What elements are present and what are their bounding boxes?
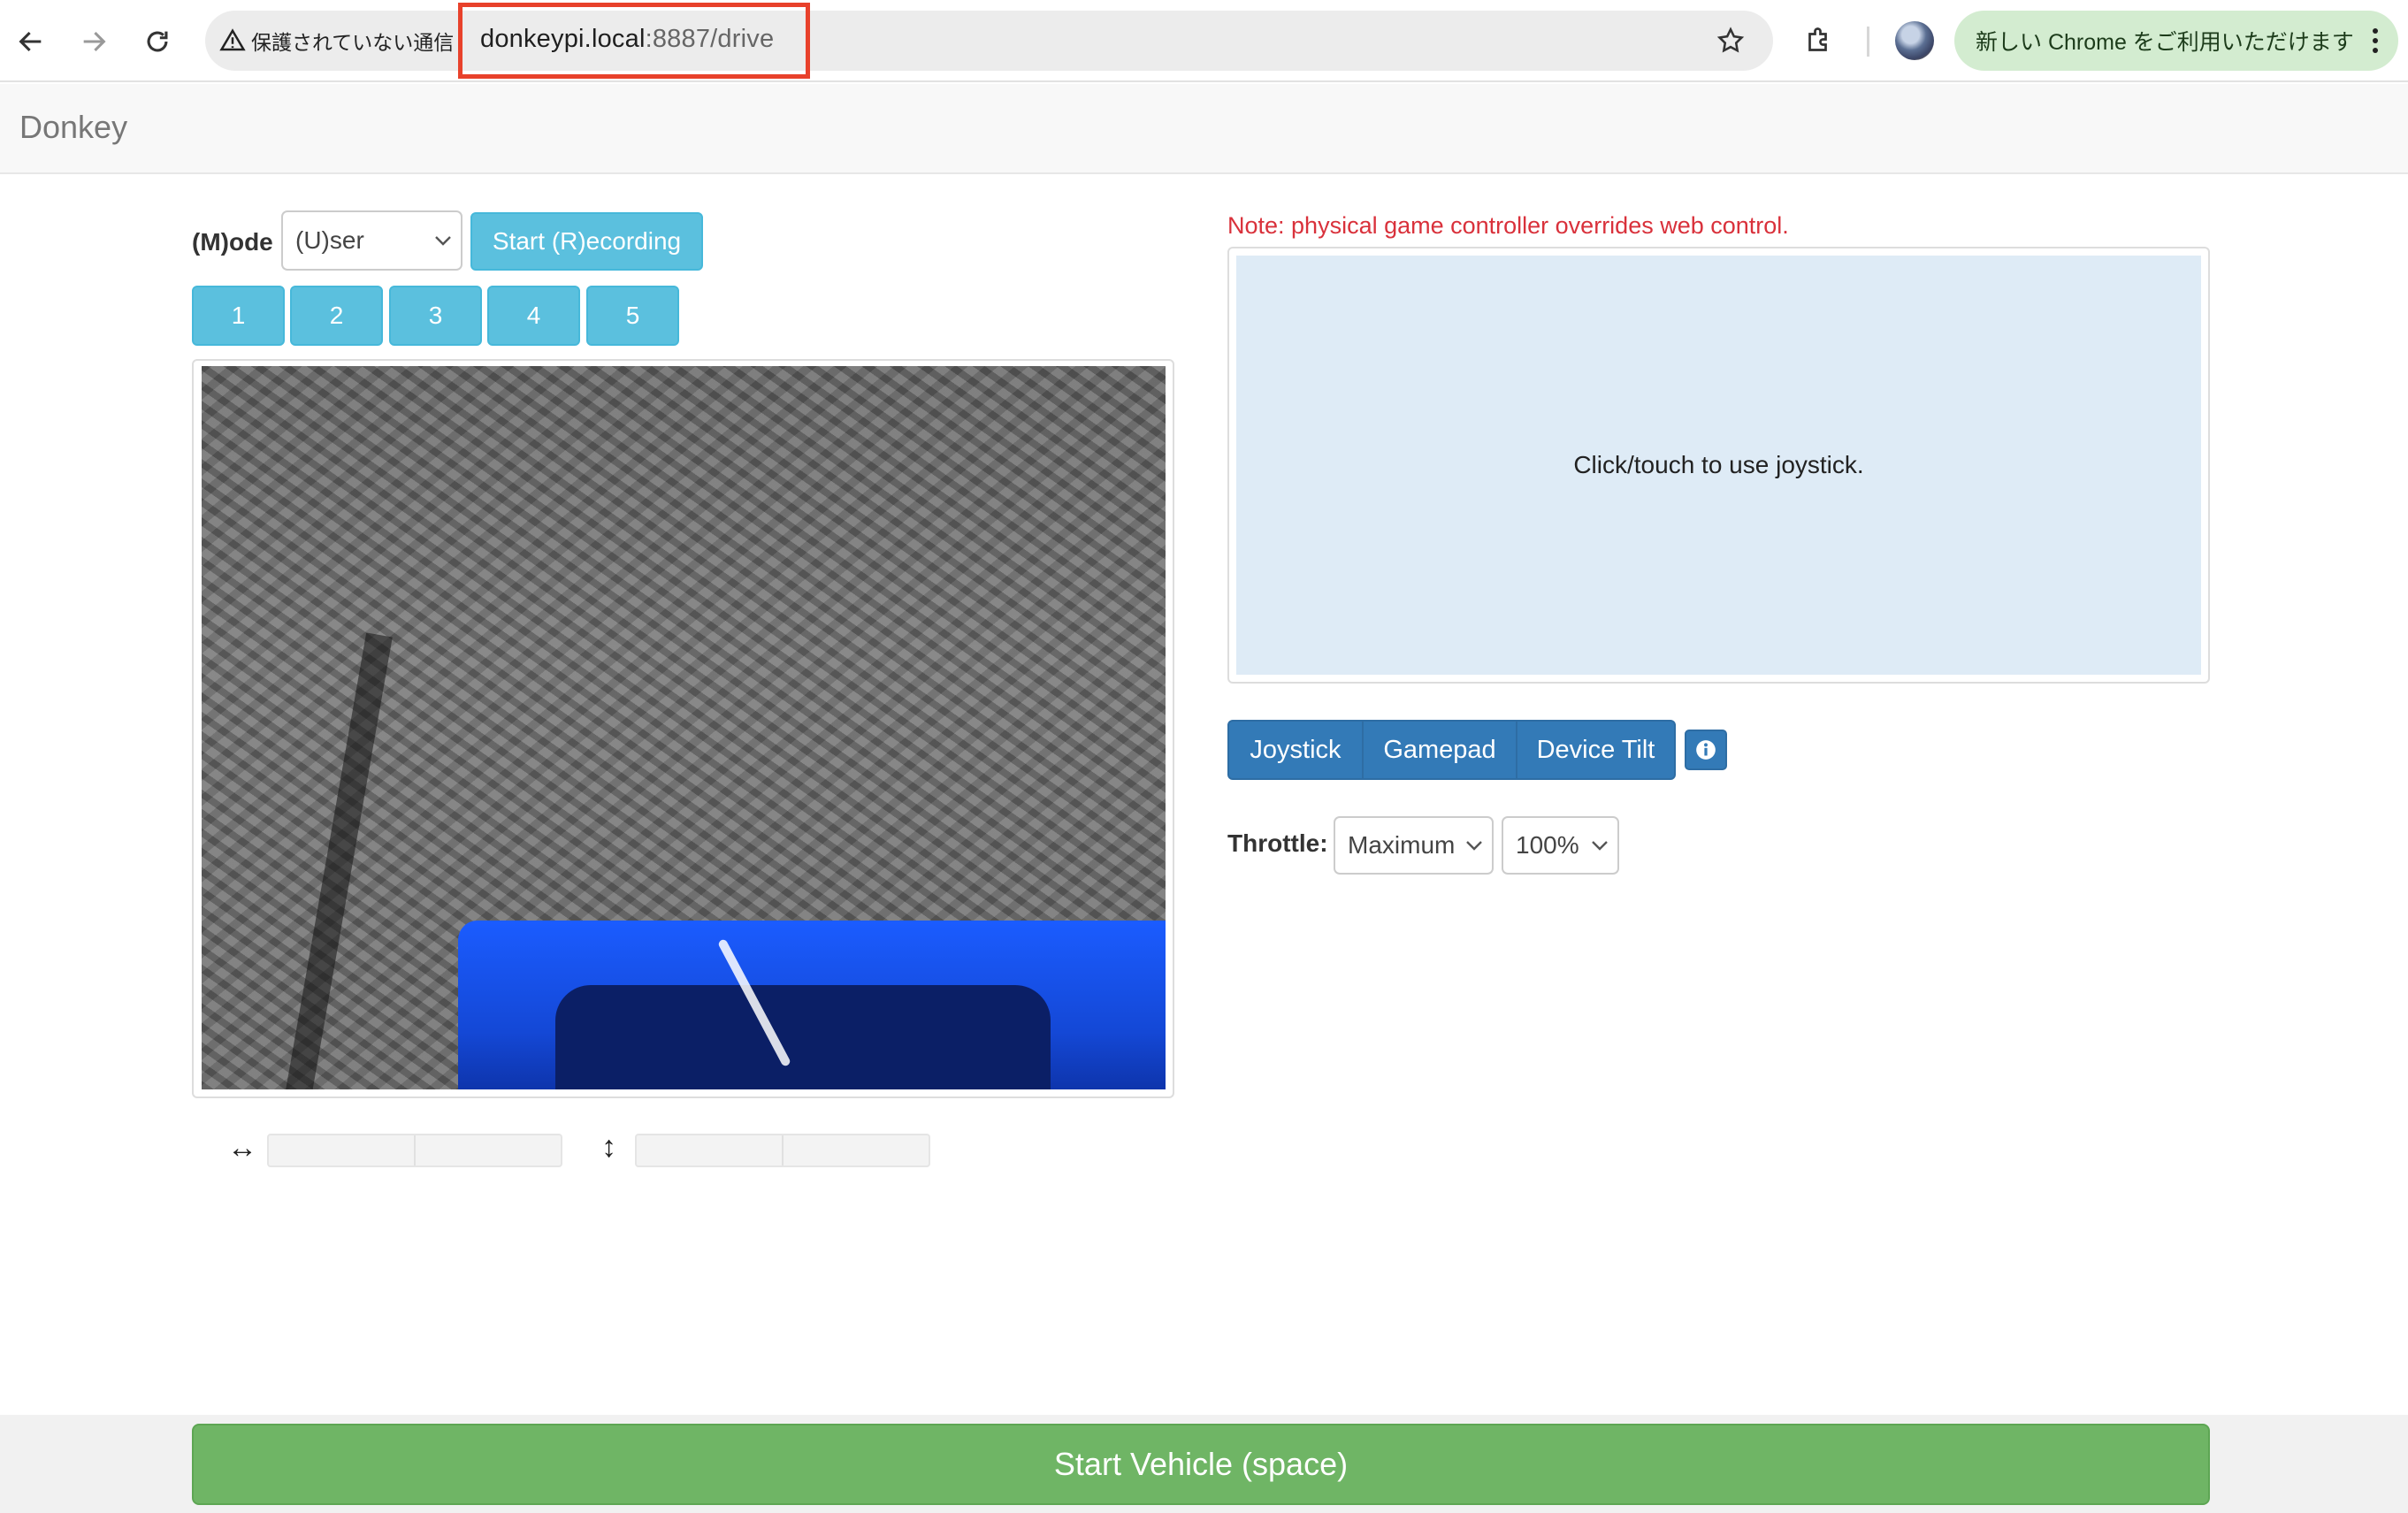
control-mode-group: Joystick Gamepad Device Tilt — [1227, 720, 1676, 780]
joystick-hint: Click/touch to use joystick. — [1573, 451, 1864, 478]
camera-feed — [202, 366, 1166, 1089]
bookmark-button[interactable] — [1709, 19, 1752, 62]
vertical-arrows-icon: ↕ — [601, 1130, 616, 1164]
preset-button-2[interactable]: 2 — [290, 286, 383, 346]
url-text[interactable]: donkeypi.local:8887/drive — [480, 25, 774, 54]
puzzle-piece-icon — [1808, 27, 1827, 51]
throttle-mode-value: Maximum — [1348, 831, 1456, 859]
start-recording-button[interactable]: Start (R)ecording — [470, 212, 703, 271]
chevron-down-icon — [1592, 841, 1608, 851]
controller-note: Note: physical game controller overrides… — [1227, 212, 1789, 239]
update-label: 新しい Chrome をご利用いただけます — [1976, 30, 2354, 55]
browser-toolbar: 保護されていない通信 donkeypi.local:8887/drive 新しい… — [0, 0, 2408, 82]
mode-select[interactable]: (U)ser — [281, 210, 462, 271]
tab-device-tilt[interactable]: Device Tilt — [1516, 720, 1676, 780]
more-vert-icon — [2373, 28, 2378, 53]
throttle-readout — [635, 1134, 930, 1167]
reload-button[interactable] — [135, 19, 180, 64]
forward-button[interactable] — [72, 19, 116, 64]
info-button[interactable] — [1685, 730, 1727, 770]
arrow-right-icon — [83, 31, 106, 52]
star-icon — [1716, 27, 1745, 53]
chrome-update-button[interactable]: 新しい Chrome をご利用いただけます — [1954, 11, 2398, 71]
angle-readout-right — [416, 1135, 561, 1165]
preset-button-5[interactable]: 5 — [586, 286, 679, 346]
info-icon — [1696, 740, 1716, 760]
reload-icon — [147, 31, 168, 52]
preset-button-3[interactable]: 3 — [389, 286, 482, 346]
car-hood-slot — [555, 985, 1051, 1089]
throttle-readout-right — [784, 1135, 929, 1165]
floor-shadow — [285, 632, 393, 1089]
brand-link[interactable]: Donkey — [19, 109, 127, 146]
url-path: :8887/drive — [645, 25, 775, 53]
preset-button-1[interactable]: 1 — [192, 286, 285, 346]
chevron-down-icon — [435, 236, 451, 246]
angle-readout-left — [269, 1135, 416, 1165]
horizontal-arrows-icon: ↔ — [227, 1131, 257, 1165]
throttle-label: Throttle: — [1227, 829, 1328, 857]
joystick-pad[interactable]: Click/touch to use joystick. — [1236, 256, 2201, 675]
tab-joystick[interactable]: Joystick — [1227, 720, 1364, 780]
back-button[interactable] — [9, 19, 53, 64]
throttle-percent-value: 100% — [1516, 831, 1579, 859]
toolbar-divider — [1867, 27, 1869, 57]
throttle-mode-select[interactable]: Maximum — [1334, 816, 1494, 875]
security-label: 保護されていない通信 — [251, 31, 455, 54]
tab-gamepad[interactable]: Gamepad — [1362, 720, 1517, 780]
start-vehicle-button[interactable]: Start Vehicle (space) — [192, 1424, 2210, 1505]
throttle-percent-select[interactable]: 100% — [1502, 816, 1619, 875]
mode-label: (M)ode — [192, 228, 273, 256]
mode-select-value: (U)ser — [295, 226, 364, 254]
app-navbar: Donkey — [0, 84, 2408, 174]
angle-readout — [267, 1134, 562, 1167]
chevron-down-icon — [1466, 841, 1482, 851]
url-host: donkeypi.local — [480, 25, 646, 53]
throttle-readout-left — [637, 1135, 784, 1165]
arrow-left-icon — [19, 31, 42, 52]
extensions-button[interactable] — [1798, 19, 1840, 62]
warning-triangle-icon — [219, 28, 246, 51]
preset-button-4[interactable]: 4 — [487, 286, 580, 346]
security-indicator[interactable]: 保護されていない通信 — [219, 23, 454, 58]
profile-avatar[interactable] — [1895, 21, 1934, 60]
